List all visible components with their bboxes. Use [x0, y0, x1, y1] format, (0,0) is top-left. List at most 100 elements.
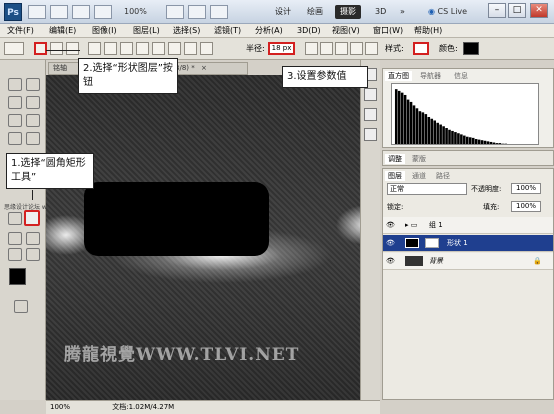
crop-tool[interactable]	[8, 114, 22, 127]
hand-tool-icon[interactable]	[166, 5, 184, 19]
visibility-eye-icon[interactable]: 👁	[386, 239, 396, 247]
fill-input[interactable]: 100%	[511, 201, 541, 212]
paths-button[interactable]	[50, 42, 63, 55]
rounded-rectangle-shape[interactable]	[84, 182, 269, 256]
hand-tool[interactable]	[8, 248, 22, 261]
visibility-eye-icon[interactable]: 👁	[386, 221, 396, 229]
workspace-painting[interactable]: 绘画	[302, 5, 328, 19]
menu-filter[interactable]: 滤镜(T)	[214, 25, 241, 37]
opacity-input[interactable]: 100%	[511, 183, 541, 194]
3d-orbit-tool[interactable]	[26, 232, 40, 245]
subtract-shape-area-button[interactable]	[335, 42, 348, 55]
zoom-level[interactable]: 100%	[124, 7, 147, 16]
tab-navigator[interactable]: 导航器	[417, 71, 444, 81]
foreground-color[interactable]	[9, 268, 26, 285]
tab-adjustments[interactable]: 调整	[385, 154, 405, 164]
rectangle-option[interactable]	[120, 42, 133, 55]
tool-preset-picker[interactable]	[4, 42, 24, 55]
layer-name: 背景	[429, 257, 443, 265]
layer-row-group[interactable]: 👁 ▸ ▭ 组 1	[383, 217, 553, 234]
rotate-view-icon[interactable]	[210, 5, 228, 19]
bridge-icon[interactable]	[28, 5, 46, 19]
freeform-pen-option[interactable]	[104, 42, 117, 55]
view-extras-icon[interactable]	[72, 5, 90, 19]
menu-3d[interactable]: 3D(D)	[297, 25, 321, 37]
panel-icon-3[interactable]	[364, 108, 377, 121]
healing-brush-tool[interactable]	[8, 132, 22, 145]
more-workspaces[interactable]: »	[395, 5, 410, 19]
exclude-shape-area-button[interactable]	[365, 42, 378, 55]
tab-info[interactable]: 信息	[451, 71, 471, 81]
quick-mask-button[interactable]	[14, 300, 28, 313]
menu-analysis[interactable]: 分析(A)	[255, 25, 283, 37]
tab-paths[interactable]: 路径	[433, 171, 453, 181]
eyedropper-tool[interactable]	[26, 114, 40, 127]
polygon-option[interactable]	[168, 42, 181, 55]
shape-layers-button[interactable]	[34, 42, 47, 55]
brush-tool[interactable]	[26, 132, 40, 145]
menu-bar: 文件(F) 编辑(E) 图像(I) 图层(L) 选择(S) 滤镜(T) 分析(A…	[0, 24, 554, 38]
tab-masks[interactable]: 蒙版	[409, 154, 429, 164]
color-swatch[interactable]	[463, 42, 479, 55]
menu-image[interactable]: 图像(I)	[92, 25, 117, 37]
rounded-rectangle-tool[interactable]	[24, 210, 40, 226]
maximize-button[interactable]: □	[508, 3, 526, 18]
menu-view[interactable]: 视图(V)	[332, 25, 360, 37]
style-picker[interactable]	[413, 42, 429, 55]
tab-layers[interactable]: 图层	[385, 171, 405, 181]
histogram-bar	[430, 118, 434, 144]
menu-edit[interactable]: 编辑(E)	[49, 25, 76, 37]
arrange-documents-icon[interactable]	[94, 5, 112, 19]
add-to-shape-area-button[interactable]	[320, 42, 333, 55]
zoom-tool[interactable]	[26, 248, 40, 261]
workspace-design[interactable]: 设计	[270, 5, 296, 19]
workspace-photography[interactable]: 摄影	[335, 5, 361, 19]
radius-label: 半径:	[246, 44, 265, 53]
menu-file[interactable]: 文件(F)	[7, 25, 34, 37]
cs-live-button[interactable]: ◉ CS Live	[428, 4, 467, 19]
new-shape-layer-button[interactable]	[305, 42, 318, 55]
menu-help[interactable]: 帮助(H)	[414, 25, 442, 37]
histogram-bar	[468, 137, 472, 144]
line-option[interactable]	[184, 42, 197, 55]
blend-mode-select[interactable]: 正常	[387, 183, 467, 195]
options-bar: 半径: 18 px 样式: 颜色:	[0, 38, 554, 60]
layer-row-background[interactable]: 👁 背景 🔒	[383, 253, 553, 270]
pen-tool-option[interactable]	[88, 42, 101, 55]
custom-shape-option[interactable]	[200, 42, 213, 55]
visibility-eye-icon[interactable]: 👁	[386, 257, 396, 265]
tab-histogram[interactable]: 直方图	[385, 71, 412, 81]
tab-channels[interactable]: 通道	[409, 171, 429, 181]
ellipse-option[interactable]	[152, 42, 165, 55]
histogram-bar	[457, 133, 460, 144]
callout-step2: 2.选择“形状图层”按钮	[78, 58, 178, 94]
fill-pixels-button[interactable]	[66, 42, 79, 55]
style-label: 样式:	[385, 44, 404, 53]
zoom-tool-icon[interactable]	[188, 5, 206, 19]
path-selection-tool[interactable]	[8, 212, 22, 225]
status-zoom[interactable]: 100%	[50, 403, 70, 411]
intersect-shape-area-button[interactable]	[350, 42, 363, 55]
folder-icon: ▸ ▭	[405, 221, 418, 229]
marquee-tool[interactable]	[26, 78, 40, 91]
panel-icon-4[interactable]	[364, 128, 377, 141]
workspace-3d[interactable]: 3D	[370, 5, 391, 19]
3d-rotate-tool[interactable]	[8, 232, 22, 245]
move-tool[interactable]	[8, 78, 22, 91]
lasso-tool[interactable]	[8, 96, 22, 109]
histogram-bar	[474, 139, 478, 144]
canvas-watermark: 腾龍視覺WWW.TLVI.NET	[64, 345, 300, 365]
document-close-icon[interactable]: ×	[201, 64, 207, 72]
layer-name: 形状 1	[447, 239, 468, 247]
quick-selection-tool[interactable]	[26, 96, 40, 109]
rounded-rectangle-option[interactable]	[136, 42, 149, 55]
minimize-button[interactable]: –	[488, 3, 506, 18]
close-button[interactable]: ✕	[530, 3, 548, 18]
radius-input[interactable]: 18 px	[268, 42, 295, 55]
layer-row-shape[interactable]: 👁 形状 1	[383, 235, 553, 252]
menu-layer[interactable]: 图层(L)	[133, 25, 160, 37]
panel-icon-2[interactable]	[364, 88, 377, 101]
minibridge-icon[interactable]	[50, 5, 68, 19]
menu-window[interactable]: 窗口(W)	[373, 25, 403, 37]
menu-select[interactable]: 选择(S)	[173, 25, 200, 37]
